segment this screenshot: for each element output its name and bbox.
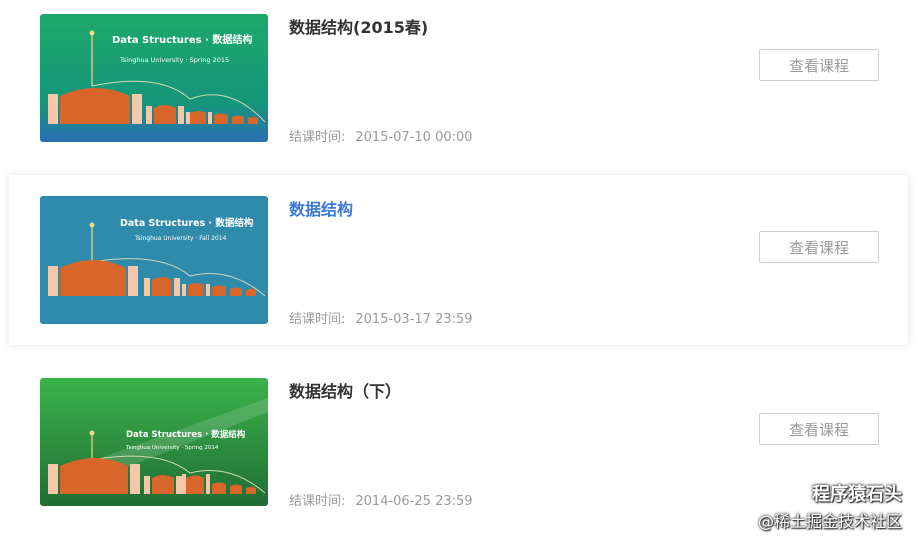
end-time-label: 结课时间: — [289, 494, 346, 509]
end-time-value: 2015-07-10 00:00 — [355, 130, 473, 145]
cover-heading: Data Structures · 数据结构 — [126, 429, 246, 440]
course-title[interactable]: 数据结构 — [289, 196, 353, 220]
course-card[interactable]: Data Structures · 数据结构 Tsinghua Universi… — [9, 175, 908, 345]
watermark-site: @稀土掘金技术社区 — [757, 512, 902, 531]
course-list-page: Data Structures · 数据结构 Tsinghua Universi… — [0, 0, 918, 548]
cover-heading: Data Structures · 数据结构 — [120, 217, 254, 229]
course-end-time: 结课时间: 2015-03-17 23:59 — [289, 308, 473, 327]
cover-subtitle: Tsinghua University · Spring 2014 — [125, 445, 219, 451]
end-time-value: 2014-06-25 23:59 — [355, 494, 473, 509]
course-card[interactable]: Data Structures · 数据结构 Tsinghua Universi… — [9, 0, 908, 170]
course-end-time: 结课时间: 2015-07-10 00:00 — [289, 126, 473, 145]
course-cover-image[interactable]: Data Structures · 数据结构 Tsinghua Universi… — [40, 378, 268, 506]
end-time-value: 2015-03-17 23:59 — [355, 312, 473, 327]
watermark-author-name: 程序猿石头 — [812, 484, 902, 505]
course-title[interactable]: 数据结构(2015春) — [289, 14, 428, 38]
view-course-button[interactable]: 查看课程 — [759, 413, 879, 445]
cover-subtitle: Tsinghua University · Fall 2014 — [134, 235, 227, 242]
course-cover-image[interactable]: Data Structures · 数据结构 Tsinghua Universi… — [40, 196, 268, 324]
view-course-button[interactable]: 查看课程 — [759, 49, 879, 81]
cover-heading: Data Structures · 数据结构 — [112, 33, 252, 46]
end-time-label: 结课时间: — [289, 130, 346, 145]
course-title[interactable]: 数据结构（下） — [289, 378, 401, 402]
watermark: 程序猿石头 @稀土掘金技术社区 — [758, 480, 902, 532]
course-end-time: 结课时间: 2014-06-25 23:59 — [289, 490, 473, 509]
view-course-button[interactable]: 查看课程 — [759, 231, 879, 263]
watermark-author: 程序猿石头 — [758, 480, 902, 506]
wechat-icon — [784, 485, 806, 501]
cover-subtitle: Tsinghua University · Spring 2015 — [119, 56, 229, 64]
course-cover-image[interactable]: Data Structures · 数据结构 Tsinghua Universi… — [40, 14, 268, 142]
end-time-label: 结课时间: — [289, 312, 346, 327]
